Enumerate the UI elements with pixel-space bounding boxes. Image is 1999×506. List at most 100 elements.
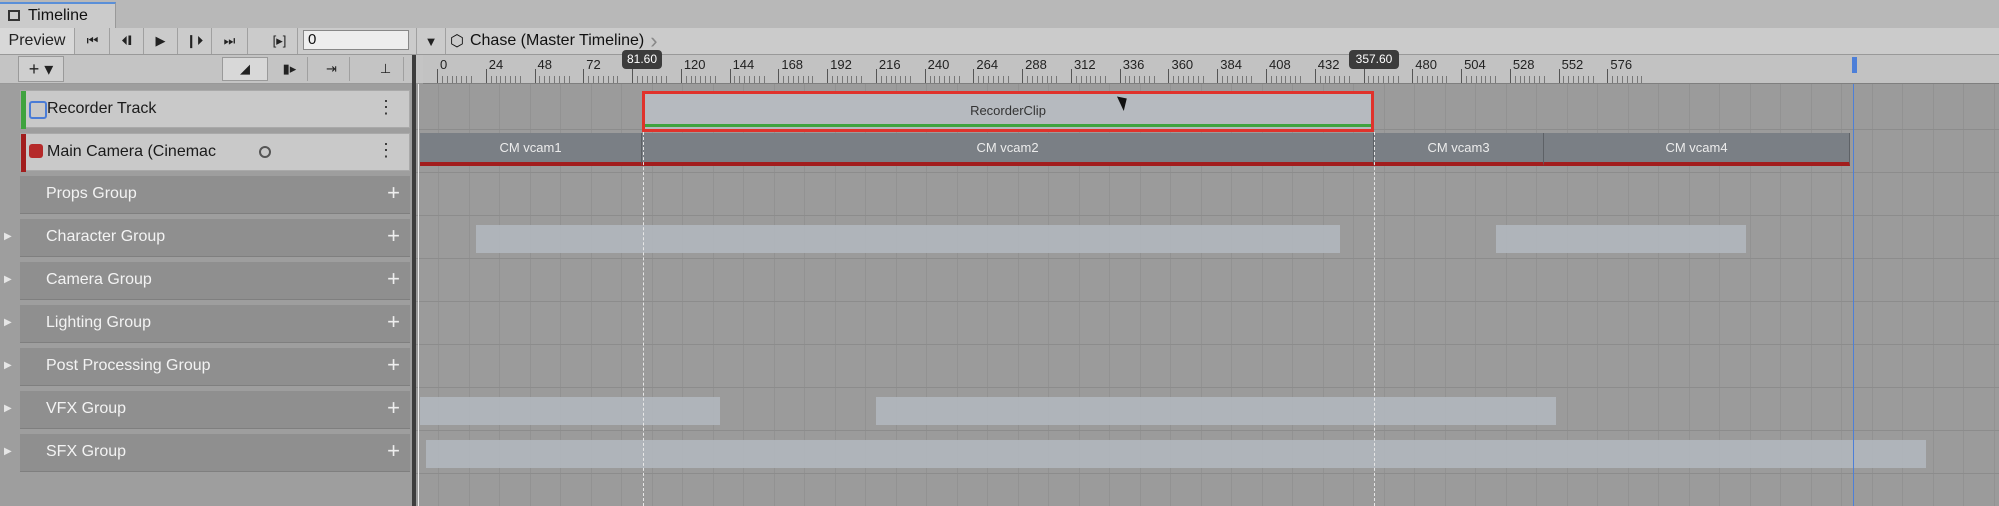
add-to-group-icon[interactable]: + <box>387 224 400 248</box>
ruler-minor-tick <box>895 76 897 83</box>
previous-frame-icon[interactable]: ⏴❙ <box>110 28 144 54</box>
ruler-minor-tick <box>749 76 751 83</box>
range-marker-end[interactable]: 357.60 <box>1349 50 1399 69</box>
ruler-minor-tick <box>997 76 999 83</box>
ruler-tick <box>1119 69 1121 83</box>
insert-mode-icon[interactable]: ⇥ <box>314 57 350 81</box>
next-frame-icon[interactable]: ❙⏵ <box>178 28 212 54</box>
track-header-6[interactable]: + Post Processing Group <box>20 348 410 386</box>
track-menu-icon[interactable]: ⋮ <box>377 97 395 118</box>
ruler-minor-tick <box>1631 76 1633 83</box>
go-to-end-icon[interactable]: ⏭ <box>212 28 248 54</box>
ruler-minor-tick <box>1222 76 1224 83</box>
camera-clip-1[interactable]: CM vcam1 <box>420 133 642 166</box>
camera-clip-3[interactable]: CM vcam3 <box>1374 133 1544 166</box>
add-track-button[interactable]: + ▾ <box>18 56 64 82</box>
ruler-label: 576 <box>1610 57 1633 72</box>
ruler-minor-tick <box>1392 76 1394 83</box>
add-to-group-icon[interactable]: + <box>387 310 400 334</box>
ruler-tick <box>827 69 829 83</box>
group-activity-bar <box>420 397 720 425</box>
lock-playhead-icon[interactable]: ⊥ <box>368 57 404 81</box>
ruler-minor-tick <box>1573 76 1575 83</box>
expand-arrow-icon[interactable]: ▶ <box>4 403 12 414</box>
camera-clip-4[interactable]: CM vcam4 <box>1544 133 1850 166</box>
ruler-minor-tick <box>612 76 614 83</box>
timeline-dropdown-icon[interactable]: ▼ <box>416 28 446 54</box>
add-to-group-icon[interactable]: + <box>387 267 400 291</box>
track-header-0[interactable]: ⋮ Recorder Track <box>20 90 410 129</box>
expand-arrow-icon[interactable]: ▶ <box>4 446 12 457</box>
ruler-minor-tick <box>880 76 882 83</box>
ruler-minor-tick <box>763 76 765 83</box>
ruler-minor-tick <box>812 76 814 83</box>
range-marker-start[interactable]: 81.60 <box>622 50 662 69</box>
track-binding-target-icon[interactable] <box>259 146 271 158</box>
ruler-tick <box>973 69 975 83</box>
ruler-minor-tick <box>1085 76 1087 83</box>
ruler-minor-tick <box>992 76 994 83</box>
track-header-2[interactable]: + Props Group <box>20 176 410 214</box>
ruler-minor-tick <box>1231 76 1233 83</box>
ruler-minor-tick <box>1422 76 1424 83</box>
ruler-label: 24 <box>488 57 504 72</box>
ruler-minor-tick <box>1153 76 1155 83</box>
add-to-group-icon[interactable]: + <box>387 396 400 420</box>
add-to-group-icon[interactable]: + <box>387 181 400 205</box>
ruler-label: 552 <box>1561 57 1584 72</box>
ruler-minor-tick <box>593 76 595 83</box>
play-range-icon[interactable]: [▸] <box>262 28 298 54</box>
ruler-minor-tick <box>792 76 794 83</box>
timeline-end-marker[interactable] <box>1852 57 1857 73</box>
track-header-3[interactable]: + Character Group <box>20 219 410 257</box>
go-to-start-icon[interactable]: ⏮ <box>76 28 110 54</box>
ruler-tick <box>729 69 731 83</box>
recorder-clip[interactable]: RecorderClip <box>642 91 1374 132</box>
ruler-minor-tick <box>1465 76 1467 83</box>
ruler-minor-tick <box>949 76 950 83</box>
lane-5[interactable] <box>416 305 1999 345</box>
preview-button[interactable]: Preview <box>0 28 75 54</box>
ruler-label: 528 <box>1512 57 1535 72</box>
ruler-minor-tick <box>1080 76 1082 83</box>
track-headers: ⋮ Recorder Track ⋮ Main Camera (Cinemac + Pro… <box>0 84 414 506</box>
ruler-minor-tick <box>1075 76 1077 83</box>
ruler-minor-tick <box>1285 76 1287 83</box>
timeline-area[interactable]: RecorderClip CM vcam1 CM vcam2 CM vcam3 CM v… <box>416 84 1999 506</box>
track-header-4[interactable]: + Camera Group <box>20 262 410 300</box>
ruler-minor-tick <box>988 76 990 83</box>
lane-2[interactable] <box>416 176 1999 216</box>
lane-6[interactable] <box>416 348 1999 388</box>
ruler-minor-tick <box>1626 76 1628 83</box>
ruler-minor-tick <box>797 76 799 83</box>
track-name: Camera Group <box>46 271 152 288</box>
track-header-7[interactable]: + VFX Group <box>20 391 410 429</box>
ruler-tick <box>1607 69 1609 83</box>
ruler-minor-tick <box>1534 76 1536 83</box>
play-icon[interactable]: ▶ <box>144 28 178 54</box>
snap-icon[interactable]: ◢ <box>222 57 268 81</box>
ruler-minor-tick <box>890 76 892 83</box>
track-header-1[interactable]: ⋮ Main Camera (Cinemac <box>20 133 410 172</box>
add-to-group-icon[interactable]: + <box>387 439 400 463</box>
ripple-edit-icon[interactable]: ▮▸ <box>272 57 308 81</box>
track-header-5[interactable]: + Lighting Group <box>20 305 410 343</box>
add-to-group-icon[interactable]: + <box>387 353 400 377</box>
playhead-line[interactable] <box>418 84 419 506</box>
frame-input[interactable]: 0 <box>303 30 409 50</box>
ruler-minor-tick <box>739 76 741 83</box>
expand-arrow-icon[interactable]: ▶ <box>4 317 12 328</box>
tab-timeline[interactable]: Timeline <box>0 2 116 28</box>
expand-arrow-icon[interactable]: ▶ <box>4 274 12 285</box>
ruler-minor-tick <box>1495 76 1497 83</box>
lane-4[interactable] <box>416 262 1999 302</box>
expand-arrow-icon[interactable]: ▶ <box>4 231 12 242</box>
track-header-8[interactable]: + SFX Group <box>20 434 410 472</box>
track-menu-icon[interactable]: ⋮ <box>377 140 395 161</box>
ruler-minor-tick <box>617 76 619 83</box>
ruler-minor-tick <box>661 76 663 83</box>
expand-arrow-icon[interactable]: ▶ <box>4 360 12 371</box>
recorder-clip-bar <box>645 124 1371 127</box>
camera-clip-2[interactable]: CM vcam2 <box>642 133 1374 166</box>
ruler-label: 144 <box>732 57 755 72</box>
